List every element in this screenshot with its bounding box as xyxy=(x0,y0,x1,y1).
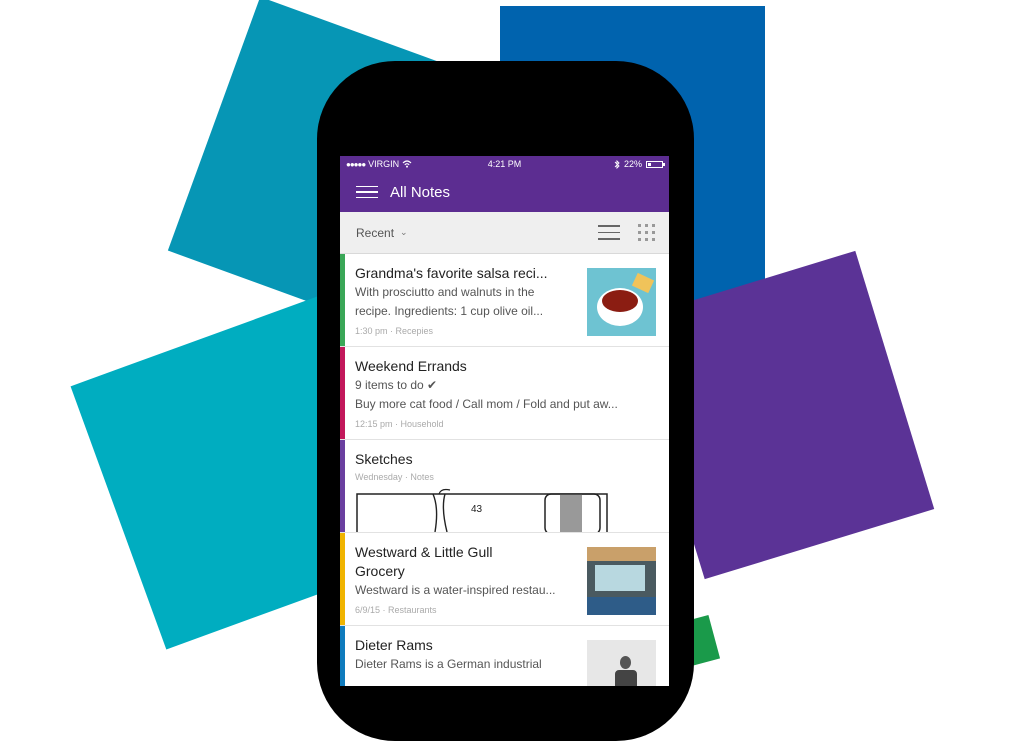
note-body-line: recipe. Ingredients: 1 cup olive oil... xyxy=(355,304,544,318)
wifi-icon xyxy=(402,160,412,168)
phone-screen: ●●●●● VIRGIN 4:21 PM 22% All Notes Recen… xyxy=(340,156,669,686)
note-meta: 12:15 pm · Household xyxy=(355,419,444,429)
status-bar: ●●●●● VIRGIN 4:21 PM 22% xyxy=(340,156,669,172)
status-time: 4:21 PM xyxy=(487,159,522,169)
note-meta: 6/9/15 · Restaurants xyxy=(355,605,437,615)
sketch-drawing-image: 43 xyxy=(356,488,608,532)
hamburger-menu-icon[interactable] xyxy=(356,185,378,199)
carrier-name: VIRGIN xyxy=(368,159,400,169)
notes-toolbar: Recent ⌄ xyxy=(340,212,669,254)
signal-strength-icon: ●●●●● xyxy=(346,159,366,169)
battery-fill xyxy=(648,162,651,166)
note-meta: 1:30 pm · Recepies xyxy=(355,326,434,336)
view-toggle xyxy=(598,224,655,241)
note-body-line: Buy more cat food / Call mom / Fold and … xyxy=(355,397,618,411)
chevron-down-icon: ⌄ xyxy=(400,227,408,237)
note-meta: Wednesday · Notes xyxy=(355,472,434,482)
note-item-sketches[interactable]: Sketches Wednesday · Notes 43 xyxy=(340,440,669,533)
sort-label: Recent xyxy=(356,225,395,240)
note-title-line: Grocery xyxy=(355,563,405,579)
note-color-bar xyxy=(340,254,345,346)
note-item-salsa[interactable]: Grandma's favorite salsa reci... With pr… xyxy=(340,254,669,347)
battery-icon xyxy=(646,160,665,168)
note-color-bar xyxy=(340,533,345,625)
battery-percent: 22% xyxy=(623,159,642,169)
note-item-westward[interactable]: Westward & Little Gull Grocery Westward … xyxy=(340,533,669,626)
note-color-bar xyxy=(340,347,345,439)
salsa-bowl-image xyxy=(587,268,656,336)
status-right: 22% xyxy=(614,159,665,169)
note-title: Weekend Errands xyxy=(355,358,467,374)
note-item-errands[interactable]: Weekend Errands 9 items to do ✔ Buy more… xyxy=(340,347,669,440)
note-body-line: Dieter Rams is a German industrial xyxy=(355,657,542,671)
app-bar: All Notes xyxy=(340,172,669,212)
note-body-line: With prosciutto and walnuts in the xyxy=(355,285,535,299)
dieter-rams-photo xyxy=(587,640,656,686)
page-title: All Notes xyxy=(390,183,451,201)
note-text: Westward & Little Gull Grocery Westward … xyxy=(355,543,573,618)
list-view-icon[interactable] xyxy=(598,225,620,240)
note-title: Sketches xyxy=(355,451,413,467)
note-title-line: Westward & Little Gull xyxy=(355,544,493,560)
note-body-line: Westward is a water-inspired restau... xyxy=(355,583,556,597)
note-todo-count: 9 items to do ✔ xyxy=(355,378,438,392)
note-title: Dieter Rams xyxy=(355,637,433,653)
sort-dropdown[interactable]: Recent ⌄ xyxy=(356,226,408,240)
note-title: Grandma's favorite salsa reci... xyxy=(355,265,548,281)
grid-view-icon[interactable] xyxy=(638,224,655,241)
note-text: Dieter Rams Dieter Rams is a German indu… xyxy=(355,636,573,674)
bluetooth-icon xyxy=(614,159,620,169)
restaurant-interior-image xyxy=(587,547,656,615)
note-color-bar xyxy=(340,440,345,532)
note-color-bar xyxy=(340,626,345,686)
note-text: Weekend Errands 9 items to do ✔ Buy more… xyxy=(355,357,655,432)
note-item-dieter-rams[interactable]: Dieter Rams Dieter Rams is a German indu… xyxy=(340,626,669,686)
note-text: Grandma's favorite salsa reci... With pr… xyxy=(355,264,573,339)
sketch-label: 43 xyxy=(471,504,483,515)
carrier-info: ●●●●● VIRGIN xyxy=(346,159,412,169)
